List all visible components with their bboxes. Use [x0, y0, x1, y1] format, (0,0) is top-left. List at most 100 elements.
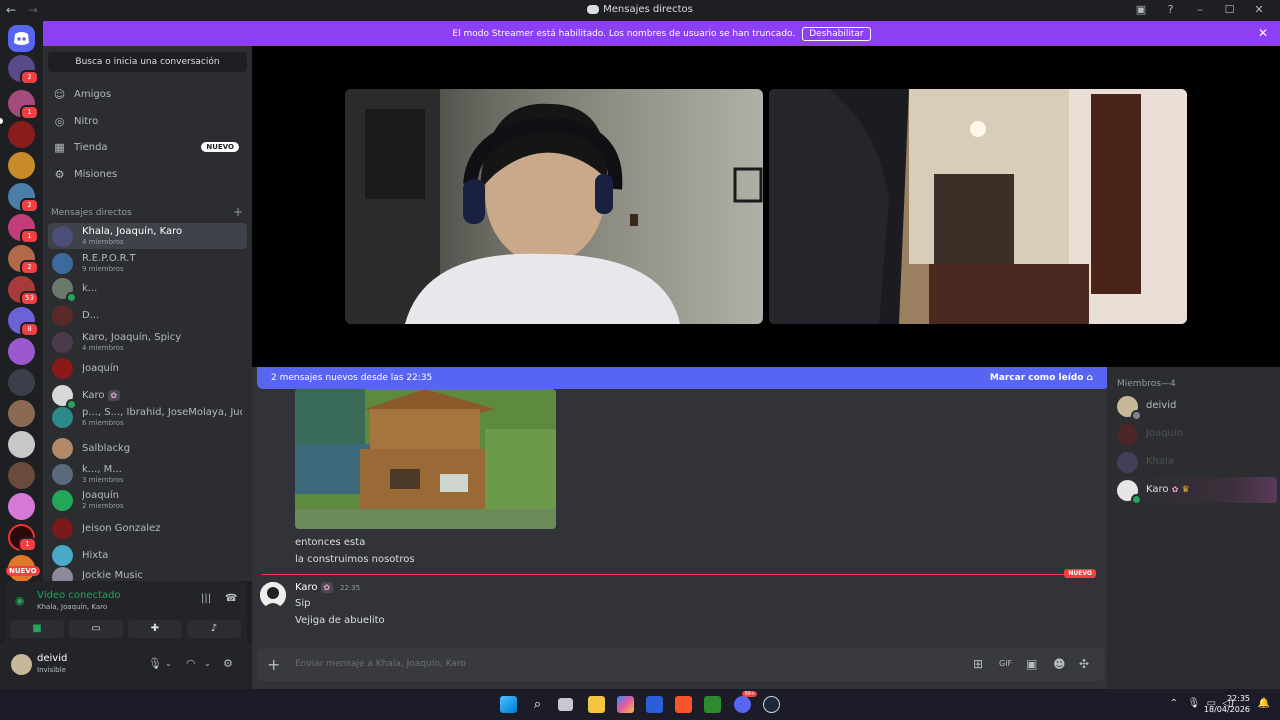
new-messages-text: 2 mensajes nuevos desde las 22:35 [271, 373, 433, 383]
voice-channel[interactable]: Khala, Joaquín, Karo [37, 603, 107, 611]
dm-item[interactable]: Joaquín 2 miembros [48, 487, 247, 513]
member-avatar [1117, 424, 1138, 445]
avatar-image [260, 582, 286, 608]
disconnect-icon[interactable]: ☎ [225, 593, 237, 604]
nav-quests[interactable]: ⚙ Misiones [48, 163, 247, 187]
member-item[interactable]: deivid [1112, 393, 1277, 421]
message-author[interactable]: Karo ✿ [295, 582, 333, 593]
dm-item[interactable]: Joaquín [48, 355, 247, 381]
server-icon[interactable]: 2 [8, 55, 39, 85]
minimize-button[interactable]: – [1187, 3, 1213, 16]
composer-placeholder[interactable]: Enviar mensaje a Khala, Joaquín, Karo [295, 659, 466, 669]
minecraft-icon[interactable] [704, 696, 721, 713]
nav-friends[interactable]: ☺ Amigos [48, 83, 247, 107]
gift-icon[interactable]: ⊞ [973, 657, 983, 671]
chat-area: entonces esta la construimos nosotros NU… [252, 389, 1107, 644]
sticker-icon[interactable]: ▣ [1026, 657, 1037, 671]
dm-item[interactable]: Salblackg [48, 435, 247, 461]
nav-nitro[interactable]: ◎ Nitro [48, 110, 247, 134]
apps-icon[interactable]: ✣ [1079, 657, 1089, 671]
camera-button[interactable]: ■ [10, 620, 64, 638]
server-icon[interactable] [8, 121, 35, 148]
dm-item[interactable]: k... [48, 275, 247, 303]
server-icon[interactable]: 2 [8, 183, 39, 213]
gif-icon[interactable]: GIF [999, 659, 1012, 668]
settings-gear-icon[interactable]: ⚙ [223, 657, 233, 670]
close-banner-icon[interactable]: ✕ [1258, 26, 1268, 40]
disable-streamer-button[interactable]: Deshabilitar [802, 26, 871, 41]
server-icon[interactable] [8, 493, 35, 520]
search-icon[interactable]: ⌕ [529, 696, 546, 713]
member-item[interactable]: Karo ✿ ♛ [1112, 477, 1277, 505]
notification-bell-icon[interactable]: 🔔 [1258, 698, 1270, 709]
create-dm-button[interactable]: + [233, 205, 243, 219]
system-clock[interactable]: 22:35 18/04/2026 [1204, 693, 1250, 715]
dm-item[interactable]: Jeison Gonzalez [48, 515, 247, 541]
server-icon[interactable]: 1 [8, 524, 37, 552]
user-name[interactable]: deivid [37, 653, 67, 664]
headphones-icon[interactable]: ◠ [186, 657, 196, 670]
store-icon[interactable] [646, 696, 663, 713]
dm-item[interactable]: Jockie Music [48, 564, 247, 581]
help-icon[interactable]: ? [1158, 3, 1184, 16]
screen-share-button[interactable]: ▭ [69, 620, 123, 638]
user-avatar[interactable] [11, 654, 32, 675]
chevron-down-icon[interactable]: ⌄ [204, 659, 211, 668]
nav-shop[interactable]: ▦ Tienda NUEVO [48, 136, 247, 160]
server-icon[interactable] [8, 369, 35, 396]
message-composer[interactable]: + Enviar mensaje a Khala, Joaquín, Karo … [257, 648, 1105, 681]
voice-status[interactable]: Vídeo conectado [37, 590, 121, 601]
dm-item[interactable]: p..., S..., Ibrahid, JoseMolaya, Jud... … [48, 404, 247, 430]
dm-sidebar: Busca o inicia una conversación ☺ Amigos … [43, 46, 252, 581]
server-icon[interactable] [8, 152, 35, 179]
dm-search-button[interactable]: Busca o inicia una conversación [48, 52, 247, 72]
server-icon[interactable]: 1 [8, 90, 39, 120]
member-item[interactable]: Khala [1112, 449, 1277, 475]
chevron-up-icon[interactable]: ⌃ [1170, 698, 1178, 709]
microphone-icon[interactable]: 🎙 [148, 657, 162, 670]
new-messages-bar[interactable]: 2 mensajes nuevos desde las 22:35 Marcar… [257, 367, 1109, 389]
dm-item[interactable]: Khala, Joaquín, Karo 4 miembros [48, 223, 247, 249]
dm-name: Salblackg [82, 443, 131, 454]
emoji-icon[interactable]: ☻ [1053, 657, 1066, 671]
dm-item[interactable]: Karo, Joaquín, Spicy 4 miembros [48, 329, 247, 355]
close-window-button[interactable]: ✕ [1246, 3, 1272, 16]
server-icon[interactable] [8, 400, 35, 427]
chevron-down-icon[interactable]: ⌄ [165, 659, 172, 668]
brave-icon[interactable] [675, 696, 692, 713]
mark-read-button[interactable]: Marcar como leído ⌂ [990, 373, 1093, 383]
start-icon[interactable] [500, 696, 517, 713]
server-icon[interactable] [8, 462, 35, 489]
quests-icon: ⚙ [54, 168, 65, 181]
server-icon[interactable]: 2 [8, 245, 39, 275]
image-attachment[interactable] [295, 389, 556, 529]
server-icon[interactable]: 53 [8, 276, 39, 306]
steam-icon[interactable] [763, 696, 780, 713]
dm-item[interactable]: k..., M... 3 miembros [48, 461, 247, 487]
server-icon[interactable] [8, 338, 35, 365]
video-tile[interactable] [769, 89, 1187, 324]
signal-icon[interactable]: ◉ [15, 594, 25, 607]
home-button[interactable] [8, 25, 35, 52]
unread-badge: 2 [20, 260, 39, 275]
server-icon[interactable]: 8 [8, 307, 39, 337]
server-icon[interactable] [8, 431, 35, 458]
video-tile[interactable] [345, 89, 763, 324]
task-view-icon[interactable] [558, 698, 573, 711]
discord-taskbar-icon[interactable]: 99+ [734, 691, 757, 713]
soundboard-button[interactable]: ♪ [187, 620, 241, 638]
member-item[interactable]: Joaquín [1112, 421, 1277, 447]
file-explorer-icon[interactable] [588, 696, 605, 713]
activities-button[interactable]: ✚ [128, 620, 182, 638]
dm-item[interactable]: D... [48, 302, 247, 328]
attach-plus-icon[interactable]: + [267, 655, 280, 674]
noise-suppression-icon[interactable]: ||| [201, 593, 211, 604]
author-avatar[interactable] [260, 582, 286, 608]
microphone-icon[interactable]: 🎙 [1188, 698, 1201, 709]
server-icon[interactable]: 1 [8, 214, 39, 244]
dm-item[interactable]: R.E.P.O.R.T 9 miembros [48, 250, 247, 276]
copilot-icon[interactable] [617, 696, 634, 713]
maximize-button[interactable]: ☐ [1217, 3, 1243, 16]
dm-subtitle: 3 miembros [82, 476, 124, 484]
inbox-icon[interactable]: ▣ [1128, 3, 1154, 16]
